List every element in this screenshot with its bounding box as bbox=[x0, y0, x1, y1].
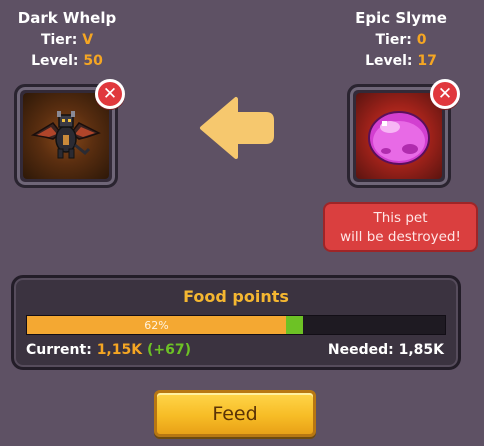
right-pet-tier: Tier: 0 bbox=[326, 32, 476, 48]
right-pet-level-label: Level: bbox=[365, 53, 413, 69]
right-pet-level-value: 17 bbox=[417, 53, 437, 69]
left-pet-info: Dark Whelp Tier: V Level: 50 bbox=[0, 9, 142, 69]
food-needed-label: Needed: bbox=[327, 342, 394, 358]
food-progress-bar: 62% bbox=[26, 315, 446, 335]
left-pet-level-value: 50 bbox=[83, 53, 103, 69]
right-pet-tier-label: Tier: bbox=[375, 32, 412, 48]
food-current-value: 1,15K bbox=[96, 342, 143, 358]
dark-whelp-icon bbox=[30, 111, 101, 159]
left-pet-level: Level: 50 bbox=[0, 53, 142, 69]
left-pet-tier-label: Tier: bbox=[40, 32, 78, 48]
left-pet-tier-value: V bbox=[82, 32, 94, 48]
left-pet-level-label: Level: bbox=[31, 53, 79, 69]
left-pet-remove-button[interactable]: ✕ bbox=[95, 79, 125, 109]
close-icon: ✕ bbox=[437, 83, 453, 104]
right-pet-name: Epic Slyme bbox=[355, 9, 447, 27]
food-current: Current: 1,15K (+67) bbox=[26, 342, 191, 358]
feed-button[interactable]: Feed bbox=[154, 390, 316, 437]
food-needed: Needed: 1,85K bbox=[328, 342, 444, 358]
destroy-warning-line2: will be destroyed! bbox=[340, 229, 461, 245]
right-pet-tier-value: 0 bbox=[416, 32, 427, 48]
food-progress-percent: 62% bbox=[144, 318, 169, 332]
arrow-left-icon bbox=[200, 97, 274, 159]
food-current-gain: (+67) bbox=[146, 342, 191, 358]
destroy-warning: This pet will be destroyed! bbox=[323, 202, 478, 252]
food-current-label: Current: bbox=[26, 342, 92, 358]
right-pet-remove-button[interactable]: ✕ bbox=[430, 79, 460, 109]
epic-slyme-icon bbox=[368, 111, 430, 165]
destroy-warning-line1: This pet bbox=[373, 210, 428, 226]
left-pet-tier: Tier: V bbox=[0, 32, 142, 48]
food-points-title: Food points bbox=[183, 287, 289, 306]
right-pet-level: Level: 17 bbox=[326, 53, 476, 69]
food-points-panel: Food points 62% Current: 1,15K (+67) Nee… bbox=[11, 275, 461, 370]
right-pet-info: Epic Slyme Tier: 0 Level: 17 bbox=[326, 9, 476, 69]
food-progress-gain bbox=[286, 316, 303, 334]
left-pet-name: Dark Whelp bbox=[17, 9, 117, 27]
food-needed-value: 1,85K bbox=[398, 342, 444, 358]
close-icon: ✕ bbox=[102, 83, 118, 104]
